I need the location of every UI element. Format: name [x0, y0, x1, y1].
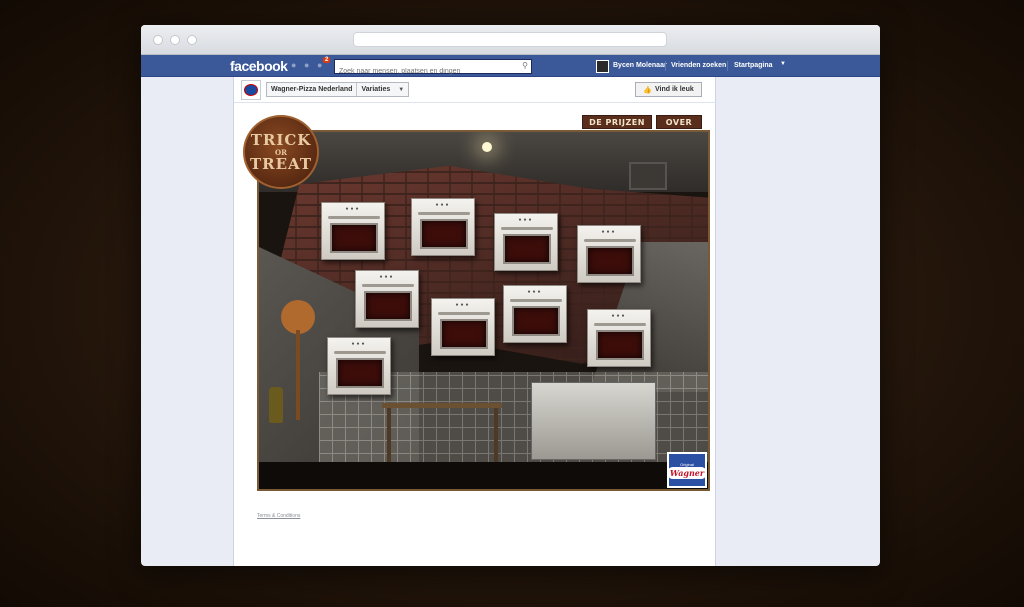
oven-handle	[501, 227, 553, 230]
chevron-down-icon[interactable]: ▼	[394, 87, 408, 93]
oven-knobs: ●●●	[601, 229, 617, 235]
zoom-window-button[interactable]	[187, 35, 197, 45]
oven-knobs: ●●●	[379, 274, 395, 280]
nav-divider	[727, 61, 728, 71]
oven-6[interactable]: ●●●	[431, 298, 495, 356]
close-window-button[interactable]	[153, 35, 163, 45]
friend-requests-icon[interactable]: ●	[291, 61, 300, 70]
facebook-logo[interactable]: facebook	[230, 58, 288, 74]
oven-5[interactable]: ●●●	[355, 270, 419, 328]
kitchen-scene: ●●● ●●● ●●● ●●● ●●● ●●● ●●● ●●● ●●● Orig…	[257, 130, 710, 491]
search-box: ⚲	[334, 59, 532, 78]
wall-vent	[629, 162, 667, 190]
oven-8[interactable]: ●●●	[587, 309, 651, 367]
tab-about[interactable]: OVER	[656, 115, 702, 129]
oven-knobs: ●●●	[351, 341, 367, 347]
oven-handle	[328, 216, 380, 219]
page-header: Wagner-Pizza Nederland Variaties ▼ 👍 Vin…	[234, 77, 717, 103]
oven-door	[512, 306, 560, 336]
browser-chrome	[141, 25, 880, 55]
oven-handle	[334, 351, 386, 354]
logo-line-1: TRICK	[250, 130, 312, 149]
address-bar[interactable]	[353, 32, 667, 47]
oven-door	[503, 234, 551, 264]
app-frame: ●●● ●●● ●●● ●●● ●●● ●●● ●●● ●●● ●●● Orig…	[243, 115, 710, 519]
bottle-icon	[269, 387, 283, 423]
oven-1[interactable]: ●●●	[321, 202, 385, 260]
table	[382, 403, 502, 408]
facebook-top-bar: facebook ● ● ● 2 ⚲ Bycen Molenaar Vriend…	[141, 55, 880, 78]
ceiling-lamp-icon	[482, 142, 492, 152]
find-friends-link[interactable]: Vrienden zoeken	[671, 62, 726, 69]
page-name[interactable]: Wagner-Pizza Nederland	[267, 86, 356, 93]
oven-door	[330, 223, 378, 253]
oven-handle	[510, 299, 562, 302]
chest-freezer	[531, 382, 656, 460]
wagner-brand-badge[interactable]: Original Wagner	[666, 452, 708, 488]
oven-door	[336, 358, 384, 388]
oven-handle	[418, 212, 470, 215]
oven-3[interactable]: ●●●	[494, 213, 558, 271]
oven-handle	[362, 284, 414, 287]
oven-knobs: ●●●	[527, 289, 543, 295]
oven-4[interactable]: ●●●	[577, 225, 641, 283]
oven-knobs: ●●●	[345, 206, 361, 212]
oven-knobs: ●●●	[435, 202, 451, 208]
page-content: Wagner-Pizza Nederland Variaties ▼ 👍 Vin…	[233, 77, 717, 566]
tab-prizes[interactable]: DE PRIJZEN	[582, 115, 652, 129]
oven-handle	[438, 312, 490, 315]
oven-9[interactable]: ●●●	[327, 337, 391, 395]
trick-or-treat-logo[interactable]: TRICK OR TREAT	[243, 115, 319, 189]
oven-handle	[584, 239, 636, 242]
wagner-logo-icon	[244, 84, 258, 96]
oven-door	[596, 330, 644, 360]
search-icon[interactable]: ⚲	[522, 61, 528, 70]
floor	[259, 462, 708, 489]
oven-knobs: ●●●	[455, 302, 471, 308]
table-leg	[494, 408, 498, 463]
user-name-link[interactable]: Bycen Molenaar	[613, 62, 667, 69]
oven-7[interactable]: ●●●	[503, 285, 567, 343]
browser-window: facebook ● ● ● 2 ⚲ Bycen Molenaar Vriend…	[141, 25, 880, 566]
oven-handle	[594, 323, 646, 326]
pizza-peel-icon	[281, 300, 315, 334]
user-avatar[interactable]	[596, 60, 609, 73]
oven-door	[364, 291, 412, 321]
brand-name: Wagner	[666, 466, 708, 479]
thumbs-up-icon: 👍	[643, 86, 652, 94]
oven-knobs: ●●●	[611, 313, 627, 319]
oven-2[interactable]: ●●●	[411, 198, 475, 256]
oven-door	[586, 246, 634, 276]
oven-door	[440, 319, 488, 349]
table-leg	[387, 408, 391, 463]
notification-badge: 2	[323, 57, 331, 63]
like-button[interactable]: 👍 Vind ik leuk	[635, 82, 702, 97]
oven-door	[420, 219, 468, 249]
home-link[interactable]: Startpagina	[734, 62, 773, 69]
pizza-peel-handle	[296, 330, 300, 420]
logo-line-3: TREAT	[249, 154, 313, 173]
minimize-window-button[interactable]	[170, 35, 180, 45]
variations-dropdown[interactable]: Variaties	[357, 86, 394, 93]
page-name-selector[interactable]: Wagner-Pizza Nederland Variaties ▼	[266, 82, 410, 97]
like-label: Vind ik leuk	[654, 86, 694, 93]
brand-small-label: Original	[680, 461, 694, 467]
page-avatar[interactable]	[241, 80, 261, 100]
oven-knobs: ●●●	[518, 217, 534, 223]
account-menu-chevron-icon[interactable]: ▼	[780, 61, 786, 67]
terms-link[interactable]: Terms & Conditions	[257, 513, 300, 519]
messages-icon[interactable]: ●	[304, 61, 313, 70]
nav-divider	[665, 61, 666, 71]
